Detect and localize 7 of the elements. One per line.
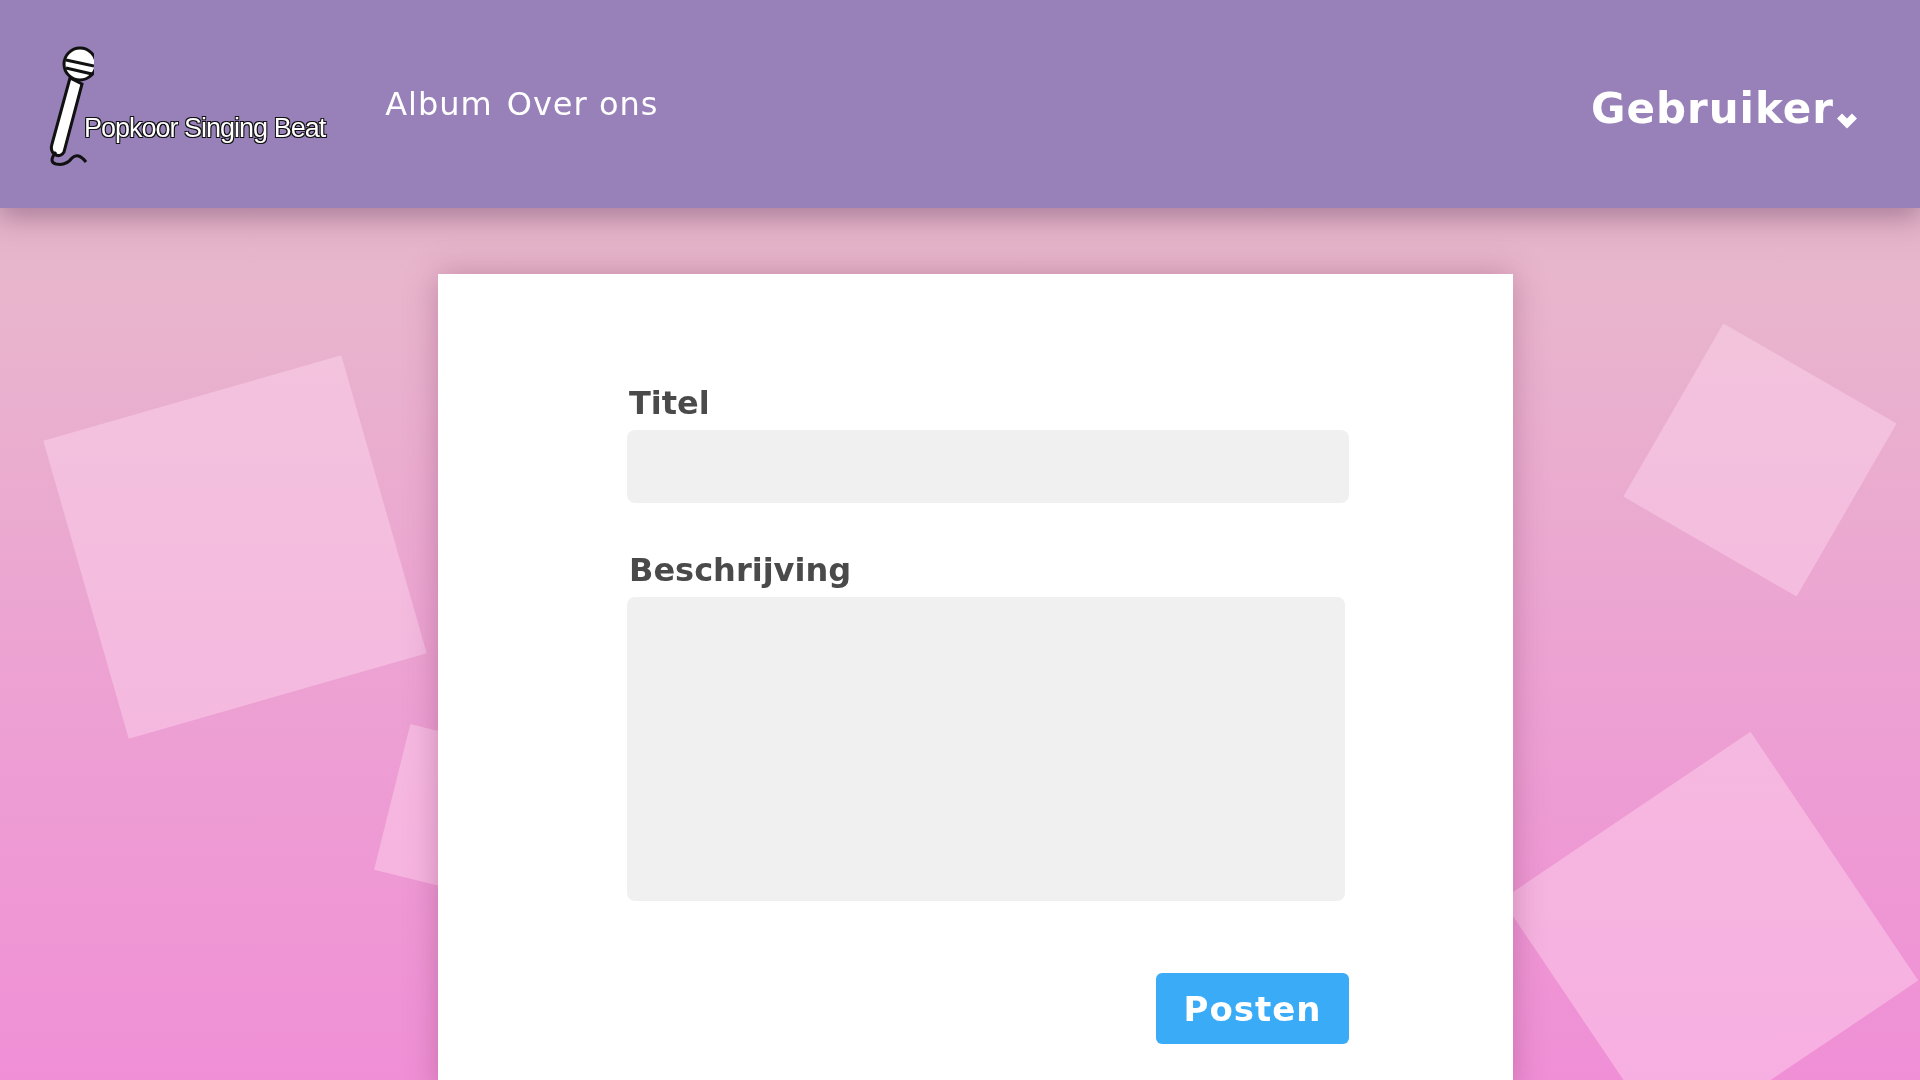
post-button[interactable]: Posten [1156,973,1349,1044]
nav-link[interactable]: Over ons [506,85,659,123]
field-label: Titel [629,384,711,422]
user-menu[interactable]: Gebruiker [1590,83,1860,133]
logo-text[interactable]: Popkoor Singing Beat [84,113,326,144]
nav-link[interactable]: Album [385,85,493,123]
field-label: Beschrijving [629,551,853,589]
